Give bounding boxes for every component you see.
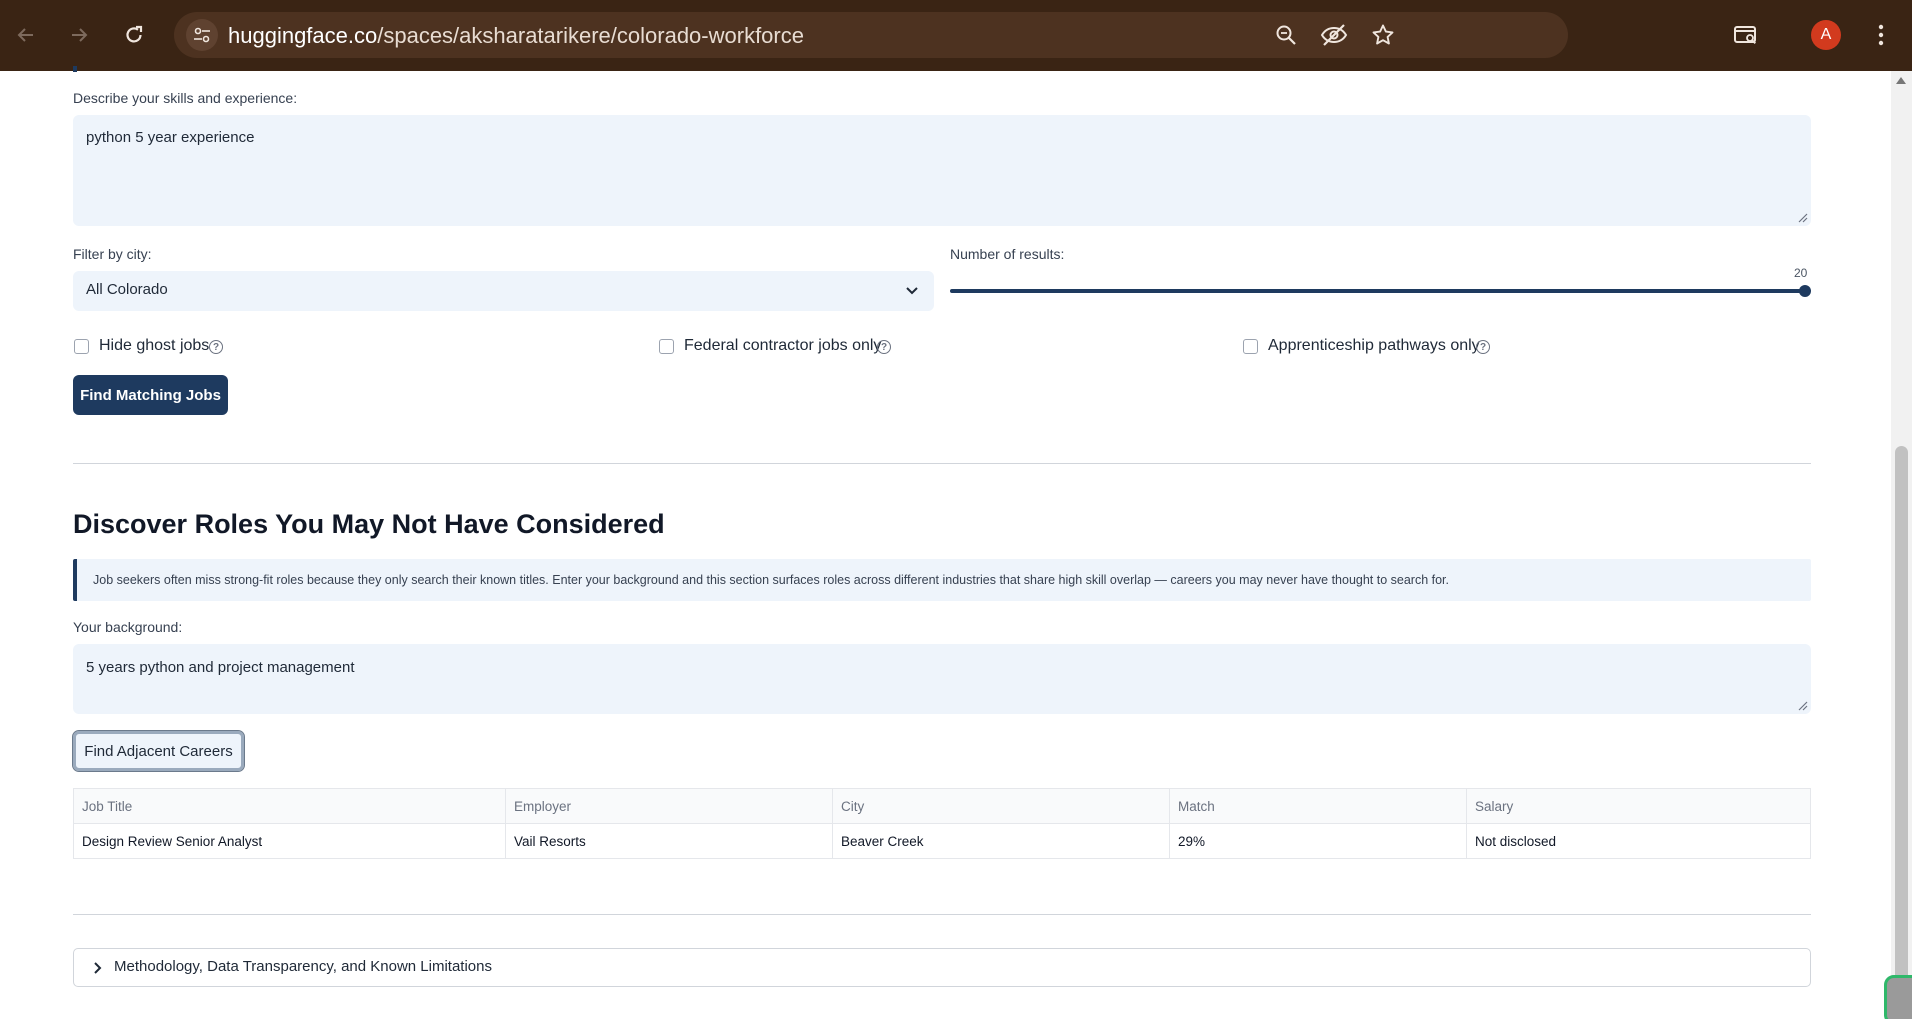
info-callout: Job seekers often miss strong-fit roles … [73, 559, 1811, 601]
scroll-up-icon[interactable] [1896, 77, 1906, 84]
results-slider[interactable] [950, 289, 1805, 293]
profile-avatar[interactable]: A [1811, 20, 1841, 50]
url-host: huggingface.co [228, 23, 378, 48]
page-scrollbar[interactable] [1891, 71, 1912, 1019]
tab-search-icon[interactable] [1729, 18, 1763, 52]
browser-toolbar: huggingface.co/spaces/aksharatarikere/co… [0, 0, 1912, 71]
city-value: All Colorado [86, 281, 168, 298]
apprenticeship-label[interactable]: Apprenticeship pathways only [1268, 337, 1480, 355]
scrollbar-thumb[interactable] [1895, 446, 1908, 1019]
city-label: Filter by city: [73, 246, 152, 262]
column-header[interactable]: Employer [505, 788, 833, 824]
chevron-right-icon [94, 962, 102, 974]
back-icon[interactable] [9, 18, 43, 52]
column-header[interactable]: Job Title [73, 788, 506, 824]
background-label: Your background: [73, 619, 183, 635]
table-cell: Beaver Creek [832, 823, 1170, 859]
background-value: 5 years python and project management [86, 659, 355, 676]
reload-icon[interactable] [117, 18, 151, 52]
zoom-icon[interactable] [1272, 21, 1300, 49]
section-accent [73, 66, 77, 72]
more-icon[interactable] [1864, 18, 1898, 52]
skills-value: python 5 year experience [86, 129, 255, 146]
federal-contractor-label[interactable]: Federal contractor jobs only [684, 337, 881, 355]
skills-textarea[interactable]: python 5 year experience [73, 115, 1811, 226]
table-cell: Design Review Senior Analyst [73, 823, 506, 859]
city-select[interactable]: All Colorado [73, 271, 934, 311]
column-header[interactable]: City [832, 788, 1170, 824]
site-settings-icon[interactable] [186, 19, 218, 51]
find-matching-jobs-button[interactable]: Find Matching Jobs [73, 375, 228, 415]
table-cell: Vail Resorts [505, 823, 833, 859]
divider [73, 463, 1811, 464]
help-icon[interactable]: ? [209, 340, 223, 354]
section-heading: Discover Roles You May Not Have Consider… [73, 509, 665, 539]
divider [73, 914, 1811, 915]
column-header[interactable]: Salary [1466, 788, 1811, 824]
hide-ghost-jobs-label[interactable]: Hide ghost jobs [99, 337, 209, 355]
table-cell: 29% [1169, 823, 1467, 859]
results-label: Number of results: [950, 246, 1065, 262]
chevron-down-icon [906, 287, 918, 295]
column-header[interactable]: Match [1169, 788, 1467, 824]
table-header-row: Job Title Employer City Match Salary [73, 788, 1811, 824]
federal-contractor-checkbox[interactable] [659, 339, 674, 354]
help-icon[interactable]: ? [877, 340, 891, 354]
eye-off-icon[interactable] [1320, 21, 1348, 49]
forward-icon[interactable] [62, 18, 96, 52]
table-cell: Not disclosed [1475, 833, 1557, 849]
results-slider-thumb[interactable] [1799, 285, 1811, 297]
address-bar[interactable]: huggingface.co/spaces/aksharatarikere/co… [174, 12, 1568, 58]
results-table: Job Title Employer City Match Salary Des… [73, 788, 1811, 859]
apprenticeship-checkbox[interactable] [1243, 339, 1258, 354]
hide-ghost-jobs-checkbox[interactable] [74, 339, 89, 354]
skills-label: Describe your skills and experience: [73, 90, 298, 106]
background-textarea[interactable]: 5 years python and project management [73, 644, 1811, 714]
table-row: Design Review Senior Analyst Vail Resort… [73, 823, 1811, 859]
resize-handle-icon[interactable] [1798, 701, 1808, 711]
floating-widget[interactable] [1884, 975, 1912, 1019]
star-icon[interactable] [1369, 21, 1397, 49]
methodology-accordion[interactable]: Methodology, Data Transparency, and Know… [73, 948, 1811, 987]
find-adjacent-careers-button[interactable]: Find Adjacent Careers [72, 730, 245, 772]
url-path: /spaces/aksharatarikere/colorado-workfor… [377, 23, 804, 48]
url-text[interactable]: huggingface.co/spaces/aksharatarikere/co… [228, 23, 804, 49]
results-value: 20 [1794, 266, 1808, 280]
resize-handle-icon[interactable] [1798, 213, 1808, 223]
help-icon[interactable]: ? [1476, 340, 1490, 354]
methodology-label: Methodology, Data Transparency, and Know… [114, 958, 492, 975]
